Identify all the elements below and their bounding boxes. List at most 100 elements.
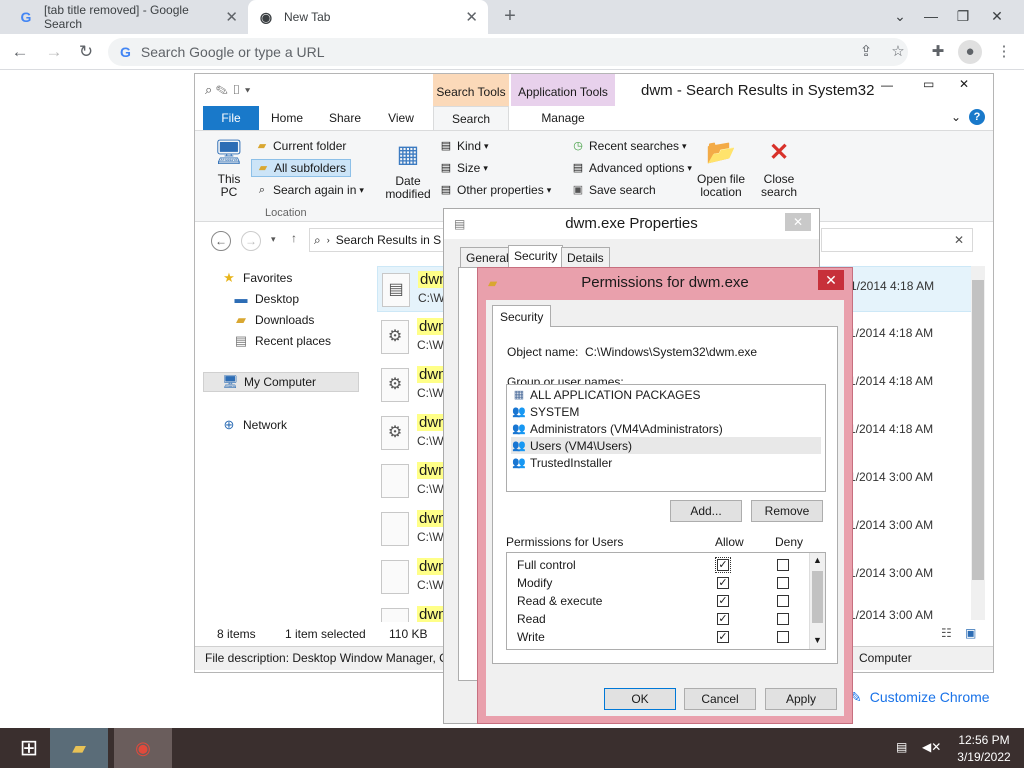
clear-search-icon[interactable]: ✕ (954, 233, 964, 247)
tab-home[interactable]: Home (261, 106, 313, 130)
scroll-down-icon[interactable]: ▼ (813, 635, 822, 645)
clock-time[interactable]: 12:56 PM (956, 733, 1012, 747)
nav-my-computer[interactable]: 🖥 My Computer (203, 372, 359, 392)
list-item[interactable]: 👥 Administrators (VM4\Administrators) (511, 420, 821, 437)
deny-checkbox[interactable] (777, 595, 789, 607)
tab-file[interactable]: File (203, 106, 259, 130)
save-search-button[interactable]: ▣ Save search (571, 183, 656, 197)
nav-network[interactable]: ⊕ Network (221, 417, 287, 433)
chevron-down-icon[interactable]: ▾ (271, 234, 276, 245)
share-icon[interactable]: ⇪ (854, 40, 878, 64)
advanced-options-button[interactable]: ▤ Advanced options ▾ (571, 161, 692, 175)
minimize-icon[interactable]: — (916, 2, 946, 30)
close-icon[interactable]: ✕ (785, 213, 811, 231)
scrollbar-thumb[interactable] (812, 571, 823, 623)
list-item[interactable]: ▦ ALL APPLICATION PACKAGES (511, 386, 821, 403)
allow-checkbox[interactable]: ✓ (717, 595, 729, 607)
file-explorer-taskbar-icon[interactable]: ▰ (50, 728, 108, 768)
close-window-icon[interactable]: ✕ (959, 77, 969, 91)
chrome-taskbar-icon[interactable]: ◉ (114, 728, 172, 768)
details-view-icon[interactable]: ☷ (941, 626, 952, 640)
allow-checkbox[interactable]: ✓ (717, 577, 729, 589)
list-item[interactable]: 👥 Users (VM4\Users) (511, 437, 821, 454)
tab-new-tab[interactable]: ◉ New Tab ✕ (248, 0, 488, 34)
menu-icon[interactable]: ⋮ (992, 40, 1016, 64)
customize-chrome-button[interactable]: ✎ Customize Chrome (850, 684, 1010, 710)
open-file-location-button[interactable]: 📂 Open file location (693, 137, 749, 199)
extensions-icon[interactable]: ✚ (926, 40, 950, 64)
tab-share[interactable]: Share (317, 106, 373, 130)
profile-avatar-icon[interactable]: ● (958, 40, 982, 64)
deny-checkbox[interactable] (777, 631, 789, 643)
forward-icon[interactable]: → (42, 40, 66, 64)
tab-manage[interactable]: Manage (525, 106, 601, 130)
volume-muted-icon[interactable]: ◀✕ (922, 740, 941, 754)
ok-button[interactable]: OK (604, 688, 676, 710)
restore-icon[interactable]: ▭ (923, 77, 934, 91)
allow-checkbox[interactable]: ✓ (717, 613, 729, 625)
allow-checkbox[interactable]: ✓ (715, 557, 731, 573)
permissions-dialog: ▰ Permissions for dwm.exe ✕ Security Obj… (477, 267, 853, 724)
tab-search[interactable]: Search (433, 106, 509, 130)
group-list[interactable]: ▦ ALL APPLICATION PACKAGES 👥 SYSTEM 👥 Admin… (506, 384, 826, 492)
this-pc-button[interactable]: 🖥 This PC (209, 137, 249, 199)
tab-google-search[interactable]: G [tab title removed] - Google Search ✕ (8, 0, 248, 34)
remove-button[interactable]: Remove (751, 500, 823, 522)
help-icon[interactable]: ? (969, 109, 985, 125)
close-icon[interactable]: ✕ (225, 8, 238, 26)
omnibox[interactable]: G Search Google or type a URL (108, 38, 908, 66)
scroll-up-icon[interactable]: ▲ (813, 555, 822, 565)
deny-checkbox[interactable] (777, 559, 789, 571)
tab-search-icon[interactable]: ⌄ (885, 2, 915, 30)
current-folder-button[interactable]: ▰ Current folder (255, 139, 347, 153)
nav-downloads[interactable]: ▰ Downloads (233, 312, 314, 328)
vertical-scrollbar[interactable]: ▲ ▼ (809, 553, 825, 649)
recent-searches-button[interactable]: ◷ Recent searches ▾ (571, 139, 686, 153)
new-tab-button[interactable]: + (498, 4, 522, 28)
add-button[interactable]: Add... (670, 500, 742, 522)
bookmark-star-icon[interactable]: ☆ (886, 40, 910, 64)
nav-recent-places[interactable]: ▤ Recent places (233, 333, 331, 349)
chevron-down-icon[interactable]: ⌄ (951, 110, 961, 124)
document-file-icon (381, 560, 409, 594)
tab-security[interactable]: Security (492, 305, 552, 327)
reload-icon[interactable]: ↻ (74, 40, 98, 64)
tab-security[interactable]: Security (508, 245, 564, 267)
restore-icon[interactable]: ❐ (948, 2, 978, 30)
apply-button[interactable]: Apply (765, 688, 837, 710)
list-item[interactable]: 👥 SYSTEM (511, 403, 821, 420)
back-icon[interactable]: ← (211, 231, 231, 251)
forward-icon[interactable]: → (241, 231, 261, 251)
all-subfolders-button[interactable]: ▰ All subfolders (251, 159, 352, 177)
kind-button[interactable]: ▤ Kind ▾ (439, 139, 489, 153)
nav-favorites[interactable]: ★ Favorites (221, 270, 292, 286)
list-item[interactable]: 👥 TrustedInstaller (511, 454, 821, 471)
large-icons-view-icon[interactable]: ▣ (965, 626, 976, 640)
search-again-button[interactable]: ⌕ Search again in ▾ (255, 183, 364, 197)
search-box[interactable]: ✕ (821, 228, 973, 252)
minimize-icon[interactable]: — (881, 78, 893, 92)
vertical-scrollbar[interactable] (971, 266, 985, 620)
other-properties-button[interactable]: ▤ Other properties ▾ (439, 183, 551, 197)
address-bar[interactable]: ⌕ › Search Results in S (309, 228, 445, 252)
cancel-button[interactable]: Cancel (684, 688, 756, 710)
up-icon[interactable]: ↑ (291, 231, 297, 245)
deny-checkbox[interactable] (777, 577, 789, 589)
scrollbar-thumb[interactable] (972, 280, 984, 580)
tab-general[interactable]: General (460, 247, 515, 267)
close-search-button[interactable]: ✕ Close search (757, 137, 801, 199)
nav-desktop[interactable]: ▬ Desktop (233, 291, 300, 307)
close-window-icon[interactable]: ✕ (982, 2, 1012, 30)
back-icon[interactable]: ← (8, 40, 32, 64)
date-modified-button[interactable]: ▦ Date modified (381, 139, 435, 201)
allow-checkbox[interactable]: ✓ (717, 631, 729, 643)
close-icon[interactable]: ✕ (818, 270, 844, 290)
size-button[interactable]: ▤ Size ▾ (439, 161, 488, 175)
tab-view[interactable]: View (375, 106, 427, 130)
deny-checkbox[interactable] (777, 613, 789, 625)
network-tray-icon[interactable]: ▤ (896, 740, 907, 754)
close-icon[interactable]: ✕ (465, 8, 478, 26)
quick-access-toolbar-icon[interactable]: ⌕ ✎ ▯ ▾ (205, 82, 250, 98)
clock-date[interactable]: 3/19/2022 (952, 750, 1016, 764)
tab-details[interactable]: Details (561, 247, 610, 267)
